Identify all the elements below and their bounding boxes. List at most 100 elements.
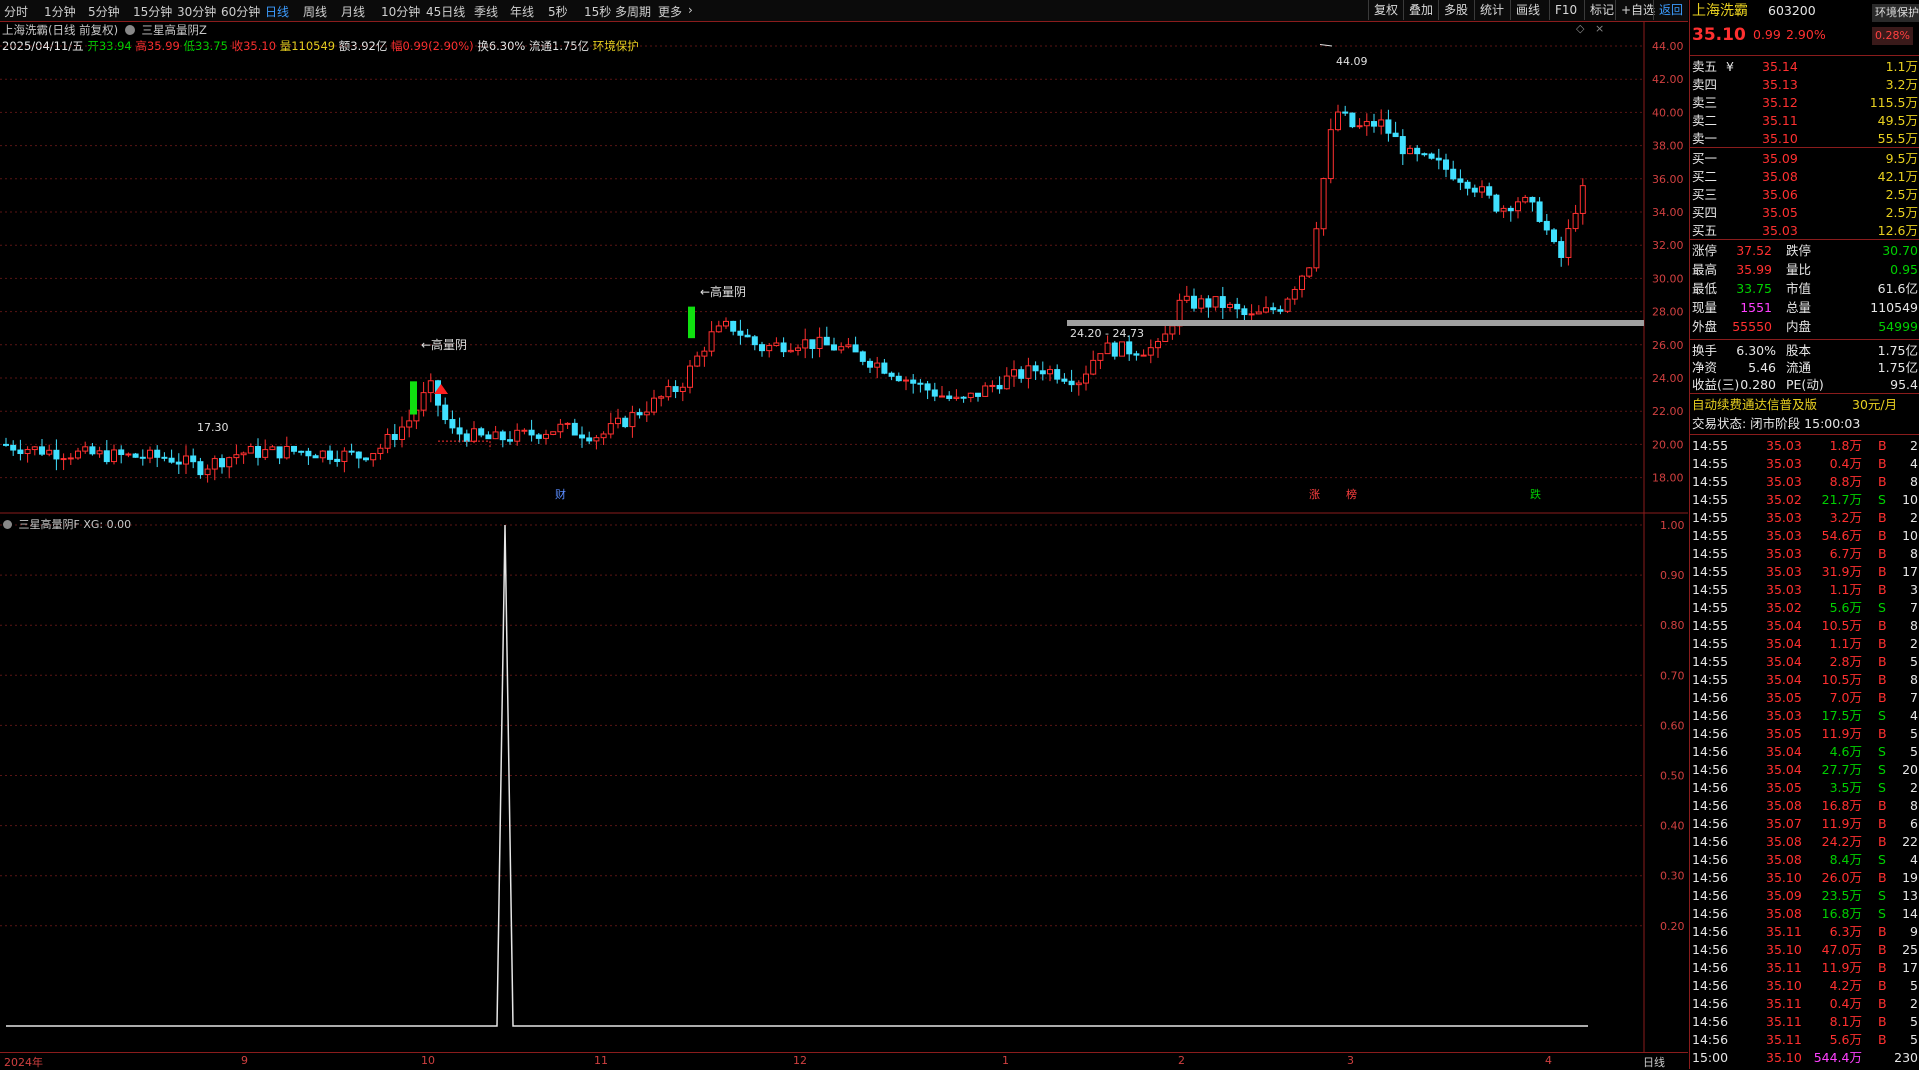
tag-pct: 0.28% [1872,27,1913,45]
toolbar-button-2[interactable]: 多股 [1438,0,1473,20]
finance-mark[interactable]: 财 [555,487,566,501]
promo-text[interactable]: 自动续费通达信普及版 [1692,396,1817,414]
candle-body [708,331,715,352]
tick-row[interactable]: 15:00 35.10 544.4万 230 [1690,1049,1919,1067]
tick-row[interactable]: 14:55 35.03 1.1万 B 3 [1690,581,1919,599]
toolbar-button-5[interactable]: F10 [1549,0,1582,20]
tick-row[interactable]: 14:56 35.08 24.2万 B 22 [1690,833,1919,851]
tick-row[interactable]: 14:55 35.04 2.8万 B 5 [1690,653,1919,671]
tick-row[interactable]: 14:56 35.11 6.3万 B 9 [1690,923,1919,941]
tick-row[interactable]: 14:55 35.03 6.7万 B 8 [1690,545,1919,563]
ask-row[interactable]: 卖一 35.10 55.5万 [1690,130,1919,148]
bid-row[interactable]: 买四 35.05 2.5万 [1690,204,1919,222]
period-10[interactable]: 45日线 [426,3,465,20]
tick-row[interactable]: 14:56 35.05 7.0万 B 7 [1690,689,1919,707]
tick-row[interactable]: 14:55 35.04 10.5万 B 8 [1690,671,1919,689]
ask-row[interactable]: 卖三 35.12 115.5万 [1690,94,1919,112]
bid-row[interactable]: 买二 35.08 42.1万 [1690,168,1919,186]
ask-row[interactable]: 卖五 ¥35.14 1.1万 [1690,58,1919,76]
tick-row[interactable]: 14:55 35.03 31.9万 B 17 [1690,563,1919,581]
toolbar-button-3[interactable]: 统计 [1474,0,1509,20]
tick-row[interactable]: 14:56 35.04 4.6万 S 5 [1690,743,1919,761]
period-0[interactable]: 分时 [4,3,28,20]
env-protection-button[interactable]: 环境保护 [1872,4,1919,22]
tick-row[interactable]: 14:55 35.04 1.1万 B 2 [1690,635,1919,653]
period-6[interactable]: 日线 [265,3,289,20]
ask-row[interactable]: 卖二 35.11 49.5万 [1690,112,1919,130]
tick-row[interactable]: 14:56 35.08 8.4万 S 4 [1690,851,1919,869]
period-2[interactable]: 5分钟 [88,3,120,20]
period-5[interactable]: 60分钟 [221,3,260,20]
tick-row[interactable]: 14:56 35.10 26.0万 B 19 [1690,869,1919,887]
period-15[interactable]: 多周期 [615,3,651,20]
toolbar-button-1[interactable]: 叠加 [1403,0,1438,20]
promo-price[interactable]: 30元/月 [1852,396,1897,414]
indicator-gear-icon[interactable] [3,520,12,529]
tick-row[interactable]: 14:56 35.04 27.7万 S 20 [1690,761,1919,779]
tick-row[interactable]: 14:56 35.11 8.1万 B 5 [1690,1013,1919,1031]
tick-row[interactable]: 14:55 35.03 8.8万 B 8 [1690,473,1919,491]
ask-price: 35.12 [1762,95,1798,110]
more-chevron-icon[interactable]: › [688,3,693,17]
tick-price: 35.03 [1766,564,1802,579]
tick-row[interactable]: 14:56 35.08 16.8万 S 14 [1690,905,1919,923]
period-16[interactable]: 更多 [658,3,682,20]
tick-row[interactable]: 14:55 35.03 0.4万 B 4 [1690,455,1919,473]
tick-row[interactable]: 14:55 35.03 1.8万 B 2 [1690,437,1919,455]
candle-body [1493,194,1500,212]
expand-icon[interactable]: ◇ [1576,22,1585,35]
candle-body [96,450,103,455]
bid-row[interactable]: 买三 35.06 2.5万 [1690,186,1919,204]
tick-row[interactable]: 14:56 35.03 17.5万 S 4 [1690,707,1919,725]
toolbar-button-0[interactable]: 复权 [1368,0,1403,20]
period-label[interactable]: 日线 [1643,1054,1665,1070]
candle-body [3,443,9,446]
tick-volume: 6.7万 [1829,546,1862,561]
period-11[interactable]: 季线 [474,3,498,20]
candle-body [1227,303,1233,308]
period-3[interactable]: 15分钟 [133,3,172,20]
period-1[interactable]: 1分钟 [44,3,76,20]
close-icon[interactable]: × [1595,22,1604,35]
board-list-mark[interactable]: 榜 [1346,487,1357,501]
bid-row[interactable]: 买五 35.03 12.6万 [1690,222,1919,240]
tick-row[interactable]: 14:56 35.05 3.5万 S 2 [1690,779,1919,797]
indicator-panel[interactable]: 1.00 0.90 0.80 0.70 0.60 0.50 0.40 0.30 0.20 三星高… [0,514,1688,1052]
limit-down-mark[interactable]: 跌 [1530,487,1541,501]
tick-row[interactable]: 14:56 35.09 23.5万 S 13 [1690,887,1919,905]
tick-row[interactable]: 14:56 35.08 16.8万 B 8 [1690,797,1919,815]
period-4[interactable]: 30分钟 [177,3,216,20]
tick-row[interactable]: 14:55 35.02 21.7万 S 10 [1690,491,1919,509]
ask-row[interactable]: 卖四 35.13 3.2万 [1690,76,1919,94]
tick-row[interactable]: 14:56 35.07 11.9万 B 6 [1690,815,1919,833]
price-change: 0.99 [1753,27,1781,42]
period-9[interactable]: 10分钟 [381,3,420,20]
candle-body [1464,181,1471,189]
tick-row[interactable]: 14:56 35.05 11.9万 B 5 [1690,725,1919,743]
tick-row[interactable]: 14:56 35.10 47.0万 B 25 [1690,941,1919,959]
indicator-title[interactable]: 三星高量阴F XG: 0.00 [3,516,131,532]
candle-body [1083,373,1089,384]
tick-row[interactable]: 14:55 35.03 54.6万 B 10 [1690,527,1919,545]
period-14[interactable]: 15秒 [584,3,611,20]
period-8[interactable]: 月线 [341,3,365,20]
tick-row[interactable]: 14:56 35.10 4.2万 B 5 [1690,977,1919,995]
tick-row[interactable]: 14:55 35.03 3.2万 B 2 [1690,509,1919,527]
tick-row[interactable]: 14:56 35.11 0.4万 B 2 [1690,995,1919,1013]
tick-row[interactable]: 14:56 35.11 11.9万 B 17 [1690,959,1919,977]
tick-row[interactable]: 14:55 35.04 10.5万 B 8 [1690,617,1919,635]
toolbar-button-8[interactable]: 返回 [1653,0,1688,20]
tick-row[interactable]: 14:56 35.11 5.6万 B 5 [1690,1031,1919,1049]
candle-body [852,344,859,353]
period-7[interactable]: 周线 [303,3,327,20]
stat-label: 股本 [1786,343,1812,358]
period-13[interactable]: 5秒 [548,3,568,20]
toolbar-button-4[interactable]: 画线 [1510,0,1545,20]
bid-row[interactable]: 买一 35.09 9.5万 [1690,150,1919,168]
period-12[interactable]: 年线 [510,3,534,20]
promo-row[interactable]: 自动续费通达信普及版 30元/月 [1690,396,1919,414]
limit-up-mark[interactable]: 涨 [1309,488,1320,501]
toolbar-button-6[interactable]: 标记 [1584,0,1619,20]
candlestick-chart[interactable]: 44.00 42.00 40.00 38.00 36.00 34.00 32.00 30.00… [0,22,1688,514]
tick-row[interactable]: 14:55 35.02 5.6万 S 7 [1690,599,1919,617]
